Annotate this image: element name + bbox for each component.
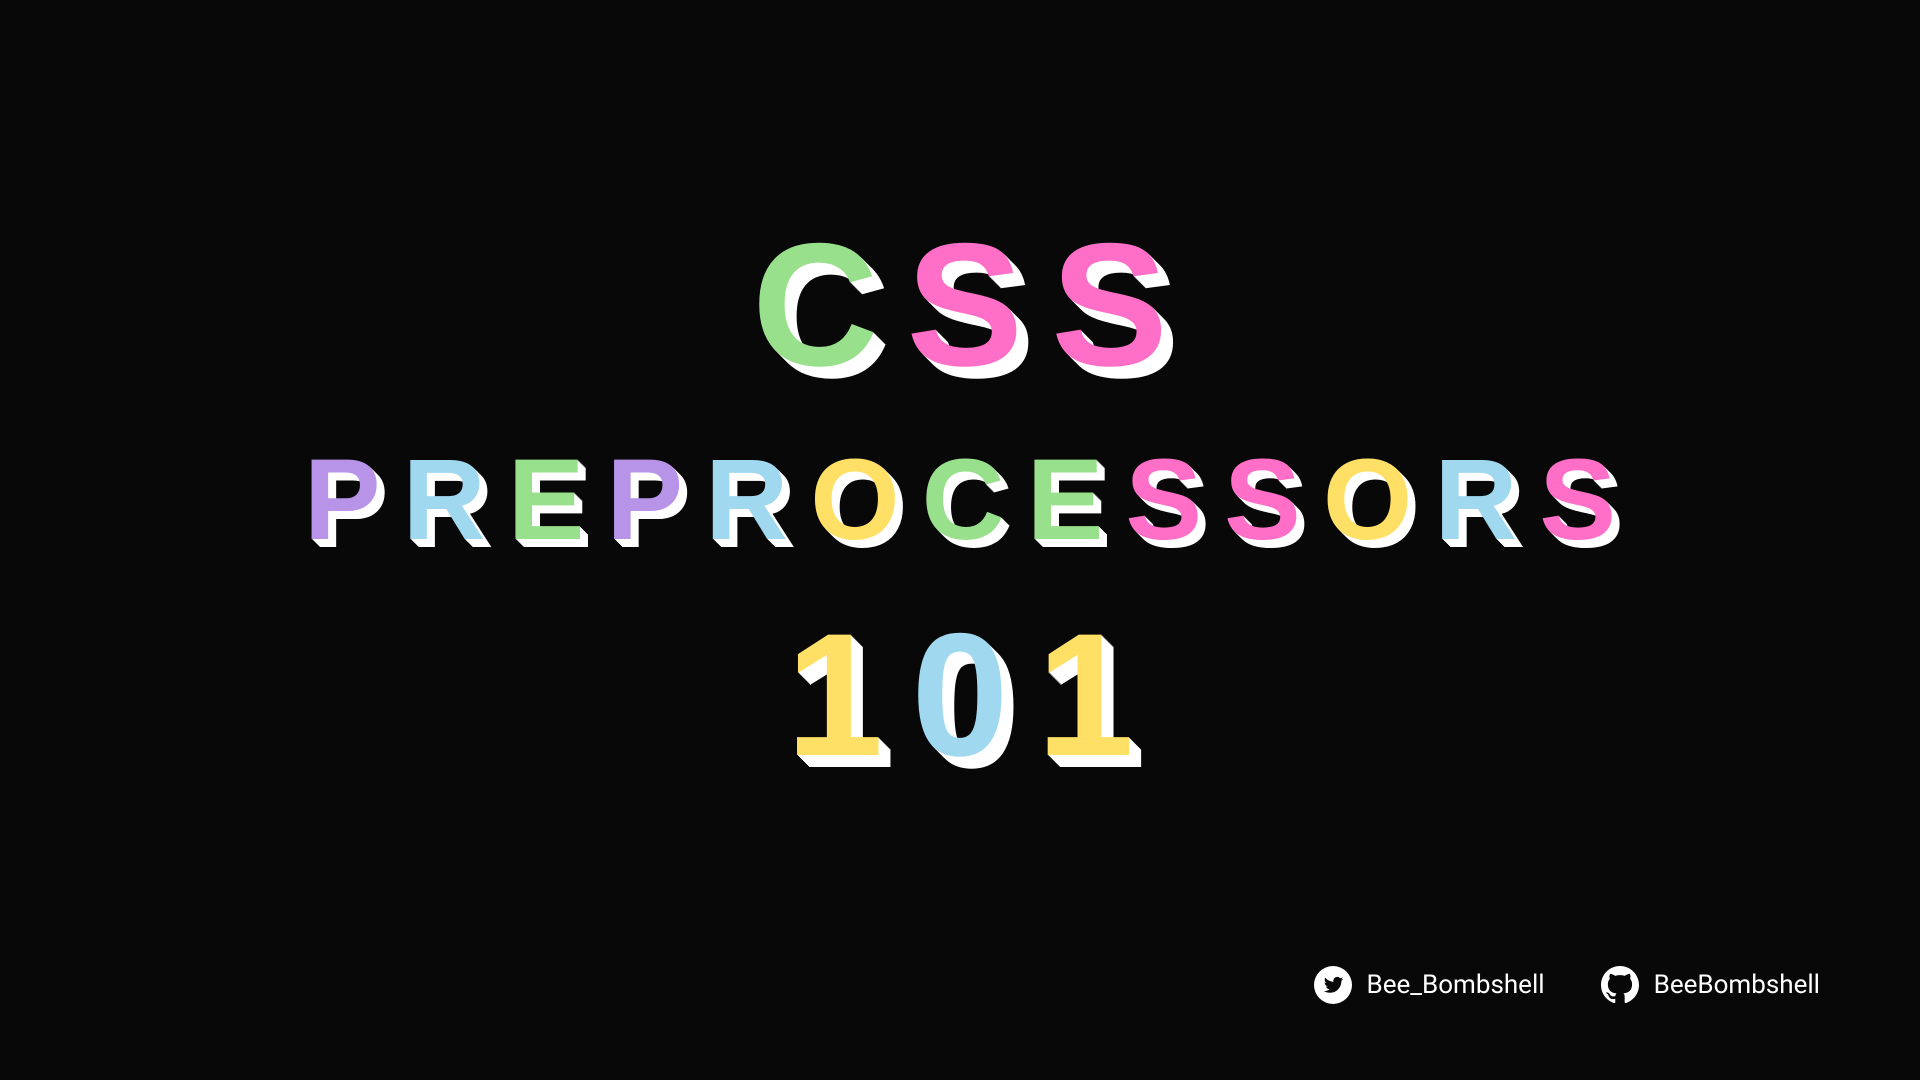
title-line-3: 1 0 1 xyxy=(786,608,1134,783)
letter-r: R xyxy=(705,443,788,558)
github-handle: BeeBombshell xyxy=(1654,970,1820,1000)
letter-s: S xyxy=(1051,218,1168,393)
github-link[interactable]: BeeBombshell xyxy=(1600,965,1820,1005)
letter-s: S xyxy=(1224,443,1301,558)
letter-c: C xyxy=(922,443,1005,558)
title-line-1: C S S xyxy=(752,218,1168,393)
twitter-handle: Bee_Bombshell xyxy=(1367,970,1545,1000)
letter-r: R xyxy=(403,443,486,558)
letter-s: S xyxy=(906,218,1023,393)
title-container: C S S P R E P R O C E S S O R S 1 0 1 xyxy=(304,218,1616,783)
letter-1: 1 xyxy=(1037,608,1134,783)
letter-1: 1 xyxy=(786,608,883,783)
letter-s: S xyxy=(1125,443,1202,558)
letter-0: 0 xyxy=(911,608,1008,783)
letter-r: R xyxy=(1434,443,1517,558)
twitter-link[interactable]: Bee_Bombshell xyxy=(1313,965,1545,1005)
title-line-2: P R E P R O C E S S O R S xyxy=(304,443,1616,558)
letter-o: O xyxy=(810,443,899,558)
letter-p: P xyxy=(606,443,683,558)
twitter-icon xyxy=(1313,965,1353,1005)
letter-c: C xyxy=(752,218,878,393)
letter-e: E xyxy=(508,443,585,558)
github-icon xyxy=(1600,965,1640,1005)
letter-o: O xyxy=(1323,443,1412,558)
social-links: Bee_Bombshell BeeBombshell xyxy=(1313,965,1820,1005)
letter-p: P xyxy=(304,443,381,558)
letter-e: E xyxy=(1027,443,1104,558)
letter-s: S xyxy=(1539,443,1616,558)
